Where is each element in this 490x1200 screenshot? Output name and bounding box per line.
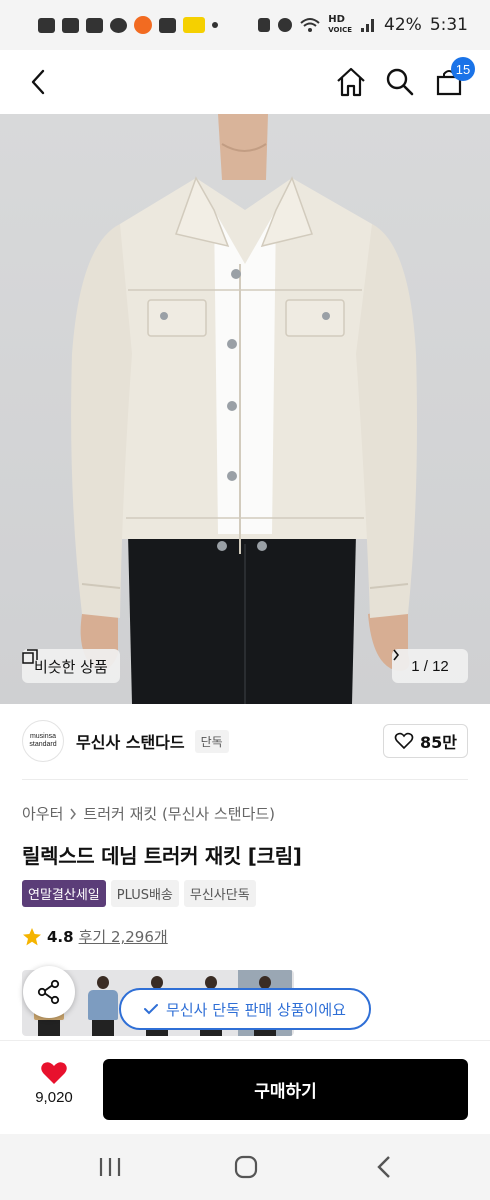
chevron-left-icon xyxy=(31,69,45,95)
chevron-right-icon xyxy=(393,649,400,661)
gallery-icon xyxy=(62,17,79,33)
breadcrumb-category[interactable]: 아우터 xyxy=(22,803,63,824)
talk-icon xyxy=(110,17,127,33)
exclusive-toast: 무신사 단독 판매 상품이에요 xyxy=(119,988,371,1030)
notification-icons xyxy=(38,16,218,34)
heart-outline-icon xyxy=(394,732,414,750)
voice-label: VOICE xyxy=(328,26,353,34)
hd-voice-label: HD VOICE xyxy=(328,15,352,35)
brand-name[interactable]: 무신사 스탠다드 xyxy=(76,729,185,753)
product-tags: 연말결산세일 PLUS배송 무신사단독 xyxy=(22,880,256,907)
like-count: 85만 xyxy=(420,733,457,752)
exclusive-product-tag: 무신사단독 xyxy=(183,880,256,907)
home-icon xyxy=(337,67,365,97)
home-button[interactable] xyxy=(331,62,371,102)
alarm-icon xyxy=(278,18,293,32)
brand-logo-line2: standard xyxy=(29,741,57,748)
product-image[interactable]: 비슷한 상품 1 / 12 xyxy=(0,114,490,704)
kakao-icon xyxy=(183,17,205,33)
image-pager-label: 1 / 12 xyxy=(411,657,449,675)
chevron-right-icon xyxy=(70,808,77,819)
similar-products-button[interactable]: 비슷한 상품 xyxy=(22,649,120,683)
star-icon xyxy=(23,927,41,945)
home-system-button[interactable] xyxy=(226,1152,266,1182)
recent-apps-button[interactable] xyxy=(90,1152,130,1182)
home-circle-icon xyxy=(234,1155,258,1179)
review-count-link[interactable]: 후기 2,296개 xyxy=(79,926,168,947)
back-arrow-icon xyxy=(377,1156,390,1178)
youtube-icon xyxy=(38,17,55,33)
wifi-icon xyxy=(300,18,320,32)
copy-stack-icon xyxy=(22,649,38,664)
c-app-icon xyxy=(134,16,152,34)
cart-button[interactable]: 15 xyxy=(429,57,475,102)
rating-row: 4.8 후기 2,296개 xyxy=(22,926,168,947)
rating-score: 4.8 xyxy=(47,927,74,946)
system-navigation-bar xyxy=(0,1134,490,1200)
toast-text: 무신사 단독 판매 상품이에요 xyxy=(166,1000,346,1019)
hd-label: HD xyxy=(328,14,345,25)
status-bar: HD VOICE 42% 5:31 xyxy=(0,0,490,50)
back-button[interactable] xyxy=(18,62,58,102)
purchase-bar: 9,020 구매하기 xyxy=(0,1040,490,1134)
system-status: HD VOICE 42% 5:31 xyxy=(258,15,468,35)
buy-button[interactable]: 구매하기 xyxy=(103,1059,468,1120)
top-navigation: 15 xyxy=(0,50,490,114)
check-icon xyxy=(144,1004,159,1015)
clock: 5:31 xyxy=(429,15,468,35)
battery-level: 42% xyxy=(384,15,422,35)
sale-tag: 연말결산세일 xyxy=(22,880,106,907)
wishlist-count: 9,020 xyxy=(35,1089,73,1106)
share-icon xyxy=(37,979,60,1005)
search-icon xyxy=(386,68,414,96)
recent-apps-icon xyxy=(99,1158,121,1176)
product-title: 릴렉스드 데님 트러커 재킷 [크림] xyxy=(22,844,302,868)
like-button[interactable]: 85만 xyxy=(383,724,468,758)
back-system-button[interactable] xyxy=(364,1152,404,1182)
brand-row: musinsa standard 무신사 스탠다드 단독 85만 xyxy=(22,718,468,764)
heart-filled-icon xyxy=(41,1062,67,1084)
product-photo xyxy=(71,114,417,704)
telegram-icon xyxy=(86,17,103,33)
plus-delivery-tag: PLUS배송 xyxy=(110,880,179,907)
more-dot-icon xyxy=(212,22,218,28)
lock-icon xyxy=(258,18,271,32)
exclusive-tag: 단독 xyxy=(194,729,229,753)
brand-logo[interactable]: musinsa standard xyxy=(22,720,64,762)
cart-count-badge: 15 xyxy=(451,57,475,81)
brand-logo-line1: musinsa xyxy=(29,733,57,740)
wishlist-button[interactable]: 9,020 xyxy=(20,1061,88,1106)
bolt-icon xyxy=(159,17,176,33)
image-pager[interactable]: 1 / 12 xyxy=(392,649,468,683)
breadcrumb: 아우터 트러커 재킷 (무신사 스탠다드) xyxy=(22,803,275,824)
breadcrumb-subcategory[interactable]: 트러커 재킷 (무신사 스탠다드) xyxy=(83,803,275,824)
share-button[interactable] xyxy=(23,966,75,1018)
search-button[interactable] xyxy=(380,62,420,102)
section-divider xyxy=(22,779,468,780)
similar-products-label: 비슷한 상품 xyxy=(34,657,108,676)
signal-icon xyxy=(361,19,375,32)
